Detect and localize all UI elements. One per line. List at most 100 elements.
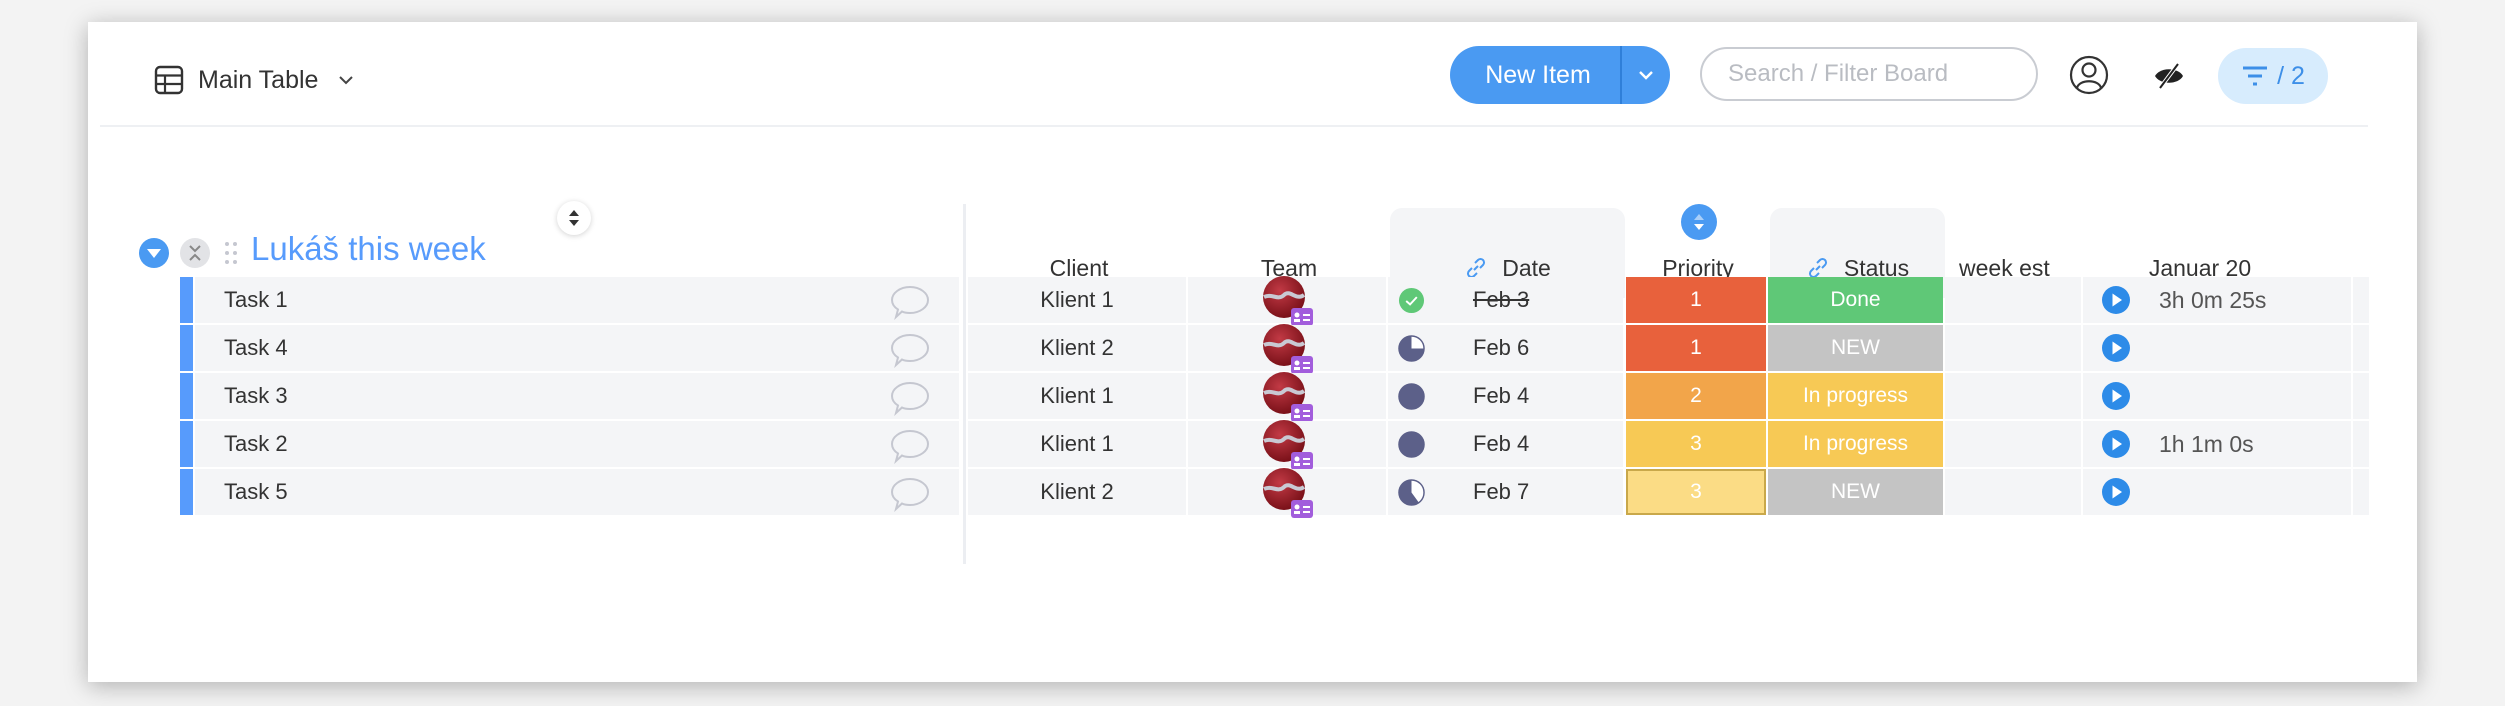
priority-value: 1 [1690, 288, 1702, 311]
priority-cell[interactable]: 2 [1626, 373, 1766, 419]
table-row: Task 1 Klient 1 Feb 3 1 Done 3h 0m 25s [180, 275, 2457, 326]
view-selector[interactable]: Main Table [154, 58, 354, 102]
filter-count: / 2 [2277, 61, 2305, 90]
sort-handle-button[interactable] [557, 201, 591, 235]
group-collapse-button[interactable] [139, 238, 169, 268]
team-avatar[interactable] [1262, 275, 1313, 326]
priority-cell[interactable]: 3 [1626, 469, 1766, 515]
play-icon[interactable] [2101, 333, 2131, 363]
week-est-cell[interactable] [1945, 421, 2081, 467]
group-color-bar [180, 421, 193, 467]
client-cell[interactable]: Klient 2 [968, 469, 1186, 515]
team-cell[interactable] [1188, 323, 1386, 374]
comment-icon[interactable] [889, 380, 931, 422]
team-avatar[interactable] [1262, 371, 1313, 422]
comment-icon[interactable] [889, 284, 931, 326]
priority-cell[interactable]: 1 [1626, 277, 1766, 323]
item-name: Task 3 [224, 383, 288, 408]
item-name-cell[interactable]: Task 3 [195, 373, 959, 419]
item-name-cell[interactable]: Task 1 [195, 277, 959, 323]
time-tracking-cell [2083, 373, 2351, 419]
team-avatar[interactable] [1262, 419, 1313, 470]
hide-columns-button[interactable] [2152, 62, 2186, 90]
status-cell[interactable]: NEW [1768, 325, 1943, 371]
table-icon [154, 65, 184, 95]
trailing-cell [2353, 421, 2369, 467]
week-est-cell[interactable] [1945, 325, 2081, 371]
client-cell[interactable]: Klient 1 [968, 277, 1186, 323]
comment-icon[interactable] [889, 428, 931, 470]
drag-handle-icon[interactable] [224, 240, 238, 266]
team-cell[interactable] [1188, 467, 1386, 518]
filter-button[interactable]: / 2 [2218, 48, 2328, 104]
client-cell[interactable]: Klient 2 [968, 325, 1186, 371]
trailing-cell [2353, 469, 2369, 515]
play-icon[interactable] [2101, 477, 2131, 507]
date-cell[interactable]: Feb 4 [1388, 421, 1623, 467]
play-icon[interactable] [2101, 381, 2131, 411]
item-name: Task 5 [224, 479, 288, 504]
eye-slash-icon [2155, 62, 2183, 90]
play-icon[interactable] [2101, 285, 2131, 315]
group-color-bar [180, 325, 193, 371]
date-value: Feb 6 [1473, 335, 1530, 360]
trailing-cell [2353, 373, 2369, 419]
status-label: In progress [1802, 432, 1909, 455]
trailing-cell [2353, 277, 2369, 323]
date-progress-icon [1398, 478, 1425, 506]
team-cell[interactable] [1188, 371, 1386, 422]
client-cell[interactable]: Klient 1 [968, 373, 1186, 419]
new-item-dropdown-button[interactable] [1622, 46, 1670, 104]
item-name-cell[interactable]: Task 4 [195, 325, 959, 371]
client-value: Klient 2 [1040, 335, 1114, 360]
priority-value: 1 [1690, 336, 1702, 359]
date-cell[interactable]: Feb 6 [1388, 325, 1623, 371]
collapse-all-button[interactable] [180, 238, 210, 268]
status-label: Done [1830, 288, 1881, 311]
date-cell[interactable]: Feb 3 [1388, 277, 1623, 323]
team-avatar[interactable] [1262, 323, 1313, 374]
group-title[interactable]: Lukáš this week [251, 230, 486, 268]
date-progress-icon [1398, 382, 1425, 410]
priority-value: 3 [1690, 432, 1702, 455]
team-avatar[interactable] [1262, 467, 1313, 518]
date-cell[interactable]: Feb 4 [1388, 373, 1623, 419]
status-cell[interactable]: Done [1768, 277, 1943, 323]
comment-icon[interactable] [889, 332, 931, 374]
week-est-cell[interactable] [1945, 277, 2081, 323]
comment-icon[interactable] [889, 476, 931, 518]
priority-value: 3 [1690, 480, 1702, 503]
team-cell[interactable] [1188, 419, 1386, 470]
status-cell[interactable]: In progress [1768, 373, 1943, 419]
table-row: Task 3 Klient 1 Feb 4 2 In progress [180, 371, 2457, 422]
date-value: Feb 3 [1473, 287, 1530, 312]
priority-cell[interactable]: 3 [1626, 421, 1766, 467]
group-color-bar [180, 277, 193, 323]
week-est-cell[interactable] [1945, 373, 2081, 419]
client-cell[interactable]: Klient 1 [968, 421, 1186, 467]
chevron-down-icon [338, 75, 354, 85]
date-cell[interactable]: Feb 7 [1388, 469, 1623, 515]
team-cell[interactable] [1188, 275, 1386, 326]
item-name: Task 4 [224, 335, 288, 360]
client-value: Klient 1 [1040, 383, 1114, 408]
item-name-cell[interactable]: Task 2 [195, 421, 959, 467]
time-tracking-cell: 3h 0m 25s [2083, 277, 2351, 323]
client-value: Klient 1 [1040, 431, 1114, 456]
week-est-cell[interactable] [1945, 469, 2081, 515]
item-name: Task 2 [224, 431, 288, 456]
new-item-button-group: New Item [1450, 46, 1670, 104]
status-cell[interactable]: In progress [1768, 421, 1943, 467]
status-cell[interactable]: NEW [1768, 469, 1943, 515]
person-filter-button[interactable] [2068, 54, 2110, 96]
new-item-button[interactable]: New Item [1450, 61, 1620, 90]
priority-cell[interactable]: 1 [1626, 325, 1766, 371]
item-name-cell[interactable]: Task 5 [195, 469, 959, 515]
date-progress-icon [1398, 287, 1425, 313]
table-row: Task 2 Klient 1 Feb 4 3 In progress 1h 1… [180, 419, 2457, 470]
view-label: Main Table [198, 65, 319, 94]
play-icon[interactable] [2101, 429, 2131, 459]
date-value: Feb 4 [1473, 431, 1530, 456]
search-input[interactable] [1700, 47, 2038, 101]
table-row: Task 5 Klient 2 Feb 7 3 NEW [180, 467, 2457, 518]
